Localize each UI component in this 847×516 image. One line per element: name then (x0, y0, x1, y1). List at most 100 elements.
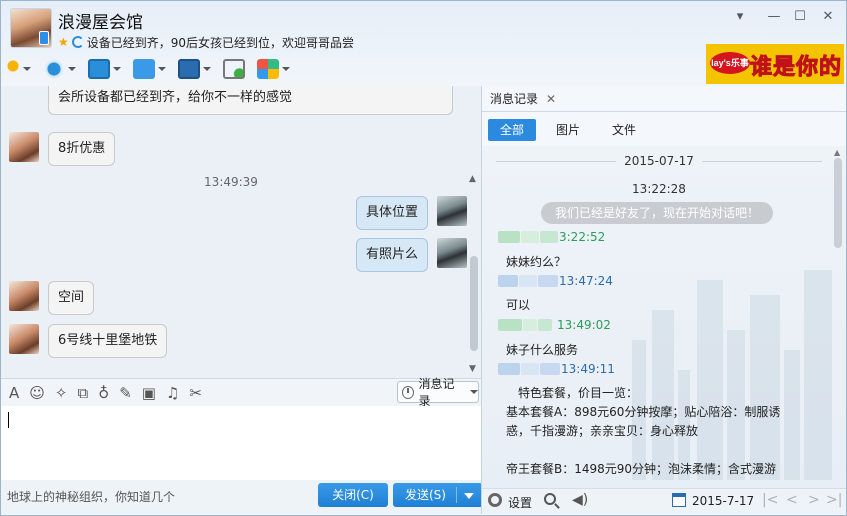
message-row: 会所设备都已经到齐，给你不一样的感觉 (9, 86, 453, 115)
history-message: 可以 (506, 298, 531, 312)
history-sender-row: 3:22:52 (498, 230, 605, 244)
ad-banner[interactable]: lay's乐事 谁是你的菜 (706, 44, 844, 84)
message-history-label: 消息记录 (418, 377, 455, 408)
blurred-name (519, 275, 537, 287)
clock-icon (402, 385, 415, 399)
history-timestamp: 13:47:24 (559, 274, 613, 288)
chevron-down-icon (68, 67, 76, 71)
calendar-icon[interactable] (672, 493, 686, 507)
avatar[interactable] (9, 324, 39, 354)
message-input[interactable] (1, 406, 481, 480)
filter-images[interactable]: 图片 (545, 119, 591, 141)
contact-avatar[interactable] (10, 8, 52, 48)
send-button-label: 发送(S) (405, 488, 446, 502)
blurred-name (498, 275, 518, 287)
search-icon[interactable] (544, 493, 556, 505)
scroll-down-arrow[interactable]: ▼ (469, 364, 476, 374)
chevron-down-icon (158, 67, 166, 71)
history-scroll-up-arrow[interactable]: ▲ (834, 148, 840, 157)
screen-share-icon (88, 59, 110, 79)
chevron-down-icon (203, 67, 211, 71)
blurred-name (521, 363, 539, 375)
star-icon: ★ (58, 35, 69, 49)
last-page-button[interactable]: >| (826, 492, 842, 508)
avatar[interactable] (9, 281, 39, 311)
contact-signature-row: ★ 设备已经到齐，90后女孩已经到位，欢迎哥哥品尝 (58, 34, 354, 50)
emoji-icon[interactable]: ☺ (29, 383, 45, 403)
chevron-down-icon (23, 67, 31, 71)
speaker-icon[interactable]: ◀) (572, 493, 588, 507)
blurred-name (538, 275, 558, 287)
message-history-button[interactable]: 消息记录 (397, 377, 479, 408)
history-date-picker[interactable]: 2015-7-17 (692, 494, 754, 508)
create-discussion-button[interactable] (223, 59, 245, 79)
history-message-line: 基本套餐A：898元60分钟按摩；贴心陪浴：制服诱 (506, 405, 781, 419)
history-date-header: 2015-07-17 (496, 152, 822, 170)
filter-all[interactable]: 全部 (488, 119, 536, 141)
share-screen-button[interactable] (178, 59, 211, 79)
gear-icon[interactable] (488, 493, 502, 507)
tab-underline (482, 111, 846, 112)
scroll-up-arrow[interactable]: ▲ (469, 174, 476, 184)
message-bubble: 空间 (48, 281, 95, 315)
avatar[interactable] (437, 238, 467, 268)
blurred-name (498, 319, 522, 331)
lays-logo: lay's乐事 (710, 52, 750, 74)
message-bubble: 会所设备都已经到齐，给你不一样的感觉 (48, 86, 453, 115)
tab-message-history[interactable]: 消息记录 ✕ (490, 90, 556, 107)
message-row: 有照片么 (355, 238, 467, 272)
tab-label: 消息记录 (490, 92, 539, 106)
history-message: 妹子什么服务 (506, 343, 579, 357)
voice-call-button[interactable] (6, 59, 31, 79)
apps-button[interactable] (257, 59, 290, 79)
history-message-line: 帝王套餐B：1498元90分钟；泡沫柔情；含式漫游 (506, 462, 777, 476)
history-sender-row: 13:49:02 (498, 318, 611, 332)
news-hint-link[interactable]: 地球上的神秘组织，你知道几个 (7, 488, 175, 505)
blurred-name (538, 319, 552, 331)
nudge-icon[interactable]: ✧ (55, 383, 68, 403)
filter-files[interactable]: 文件 (600, 119, 648, 141)
font-icon[interactable]: A (9, 383, 19, 403)
close-button[interactable]: 关闭(C) (318, 483, 388, 507)
chat-scrollbar-thumb[interactable] (470, 256, 478, 351)
message-row: 空间 (9, 281, 95, 315)
history-timestamp: 3:22:52 (559, 230, 606, 244)
history-sender-row: 13:47:24 (498, 274, 613, 288)
voice-message-icon[interactable]: ♁ (98, 383, 109, 403)
blurred-name (540, 363, 560, 375)
system-message: 我们已经是好友了，现在开始对话吧！ (541, 202, 773, 224)
edit-icon[interactable]: ✎ (119, 383, 132, 403)
maximize-button[interactable]: ☐ (789, 8, 811, 26)
history-panel (482, 86, 846, 514)
close-icon[interactable]: ✕ (546, 92, 556, 106)
screenshot-icon[interactable]: ⧉ (77, 383, 88, 403)
settings-button[interactable]: 设置 (508, 494, 532, 511)
close-window-button[interactable]: ✕ (817, 8, 839, 26)
previous-page-button[interactable]: < (786, 492, 798, 508)
history-scrollbar-thumb[interactable] (834, 158, 842, 248)
send-button[interactable]: 发送(S) (393, 483, 483, 507)
window-menu-button[interactable]: ▾ (729, 8, 751, 26)
send-file-button[interactable] (133, 59, 166, 79)
message-row: 具体位置 (355, 196, 467, 230)
message-bubble: 具体位置 (355, 196, 428, 230)
image-icon[interactable]: ▣ (142, 383, 156, 403)
music-icon[interactable]: ♫ (166, 383, 179, 403)
camera-icon (43, 59, 65, 79)
chat-message-area[interactable]: 会所设备都已经到齐，给你不一样的感觉 8折优惠 13:49:39 具体位置 有照… (1, 86, 481, 378)
remote-desktop-button[interactable] (88, 59, 121, 79)
avatar[interactable] (437, 196, 467, 226)
system-message-time: 13:22:28 (632, 182, 686, 196)
first-page-button[interactable]: |< (762, 492, 778, 508)
video-call-button[interactable] (43, 59, 76, 79)
minimize-button[interactable]: — (763, 8, 785, 26)
next-page-button[interactable]: > (808, 492, 820, 508)
contact-name[interactable]: 浪漫屋会馆 (58, 8, 143, 33)
send-options-dropdown[interactable] (464, 493, 474, 499)
avatar[interactable] (9, 132, 39, 162)
mobile-online-icon (39, 31, 49, 45)
message-bubble: 有照片么 (355, 238, 428, 272)
blurred-name (523, 319, 537, 331)
chat-toolbar (6, 56, 290, 82)
scissors-icon[interactable]: ✂ (189, 383, 202, 403)
